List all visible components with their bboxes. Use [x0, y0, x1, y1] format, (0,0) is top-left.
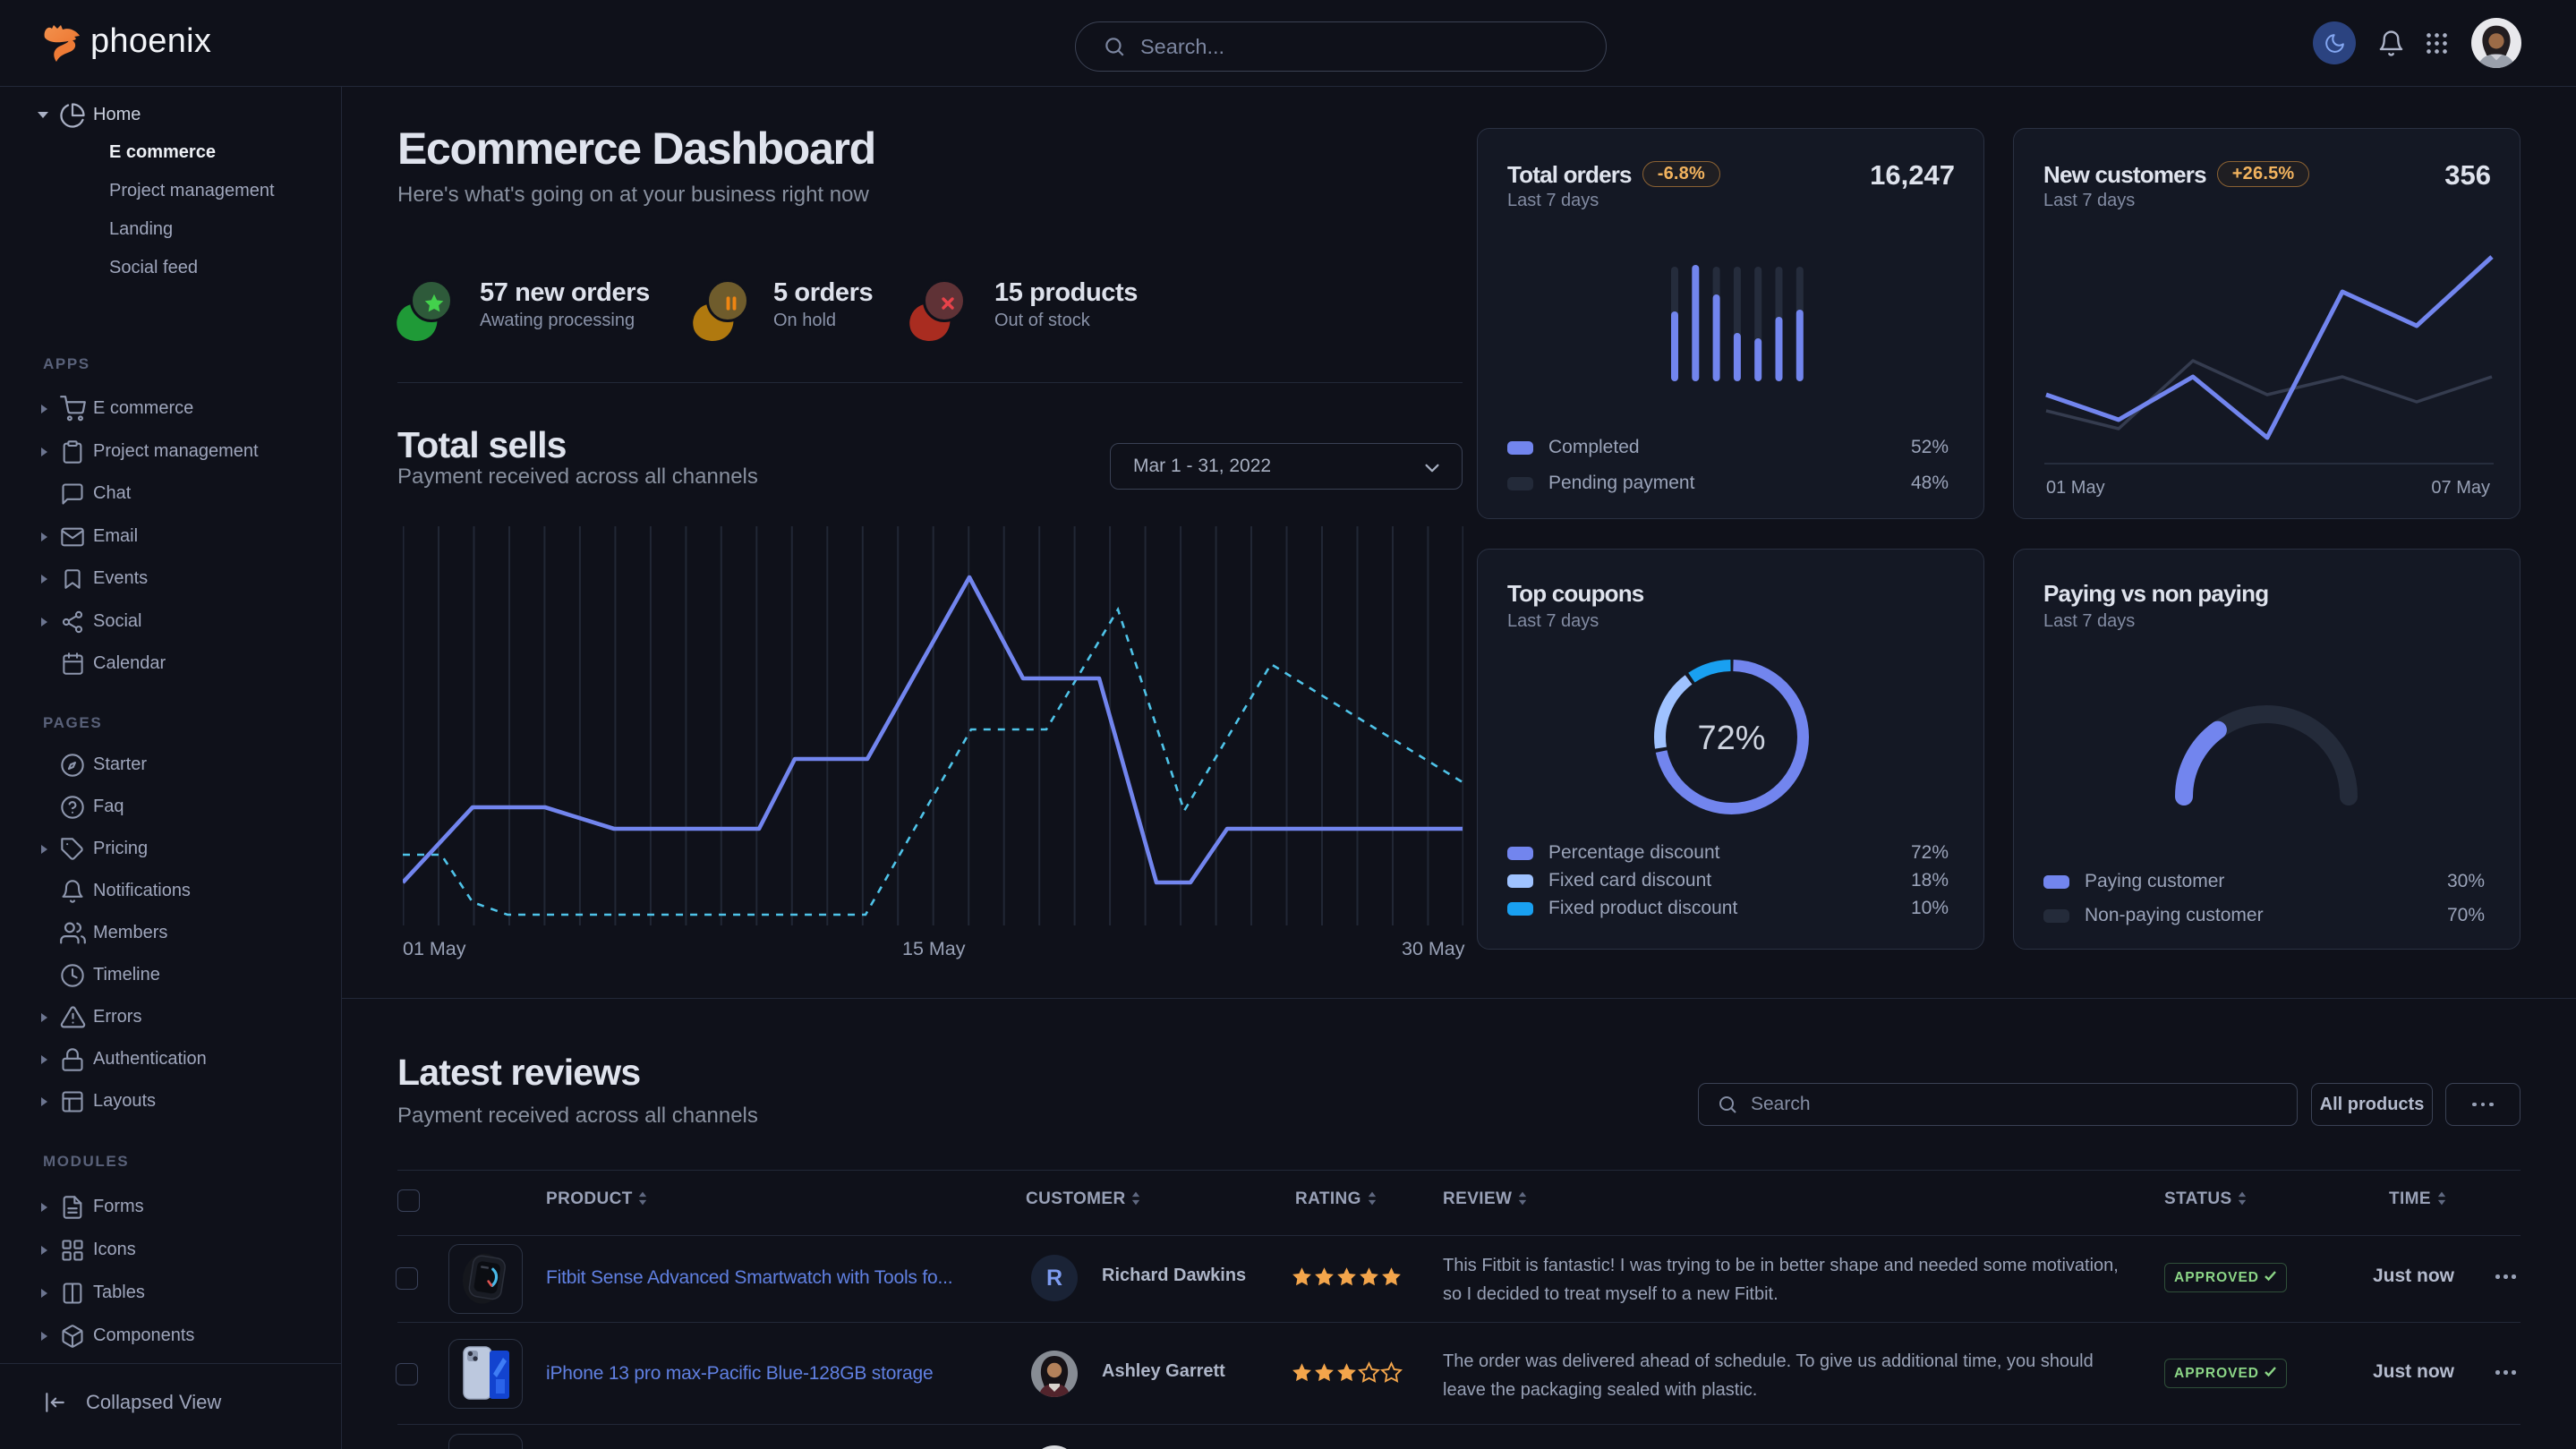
svg-text:72%: 72% [1697, 720, 1765, 757]
